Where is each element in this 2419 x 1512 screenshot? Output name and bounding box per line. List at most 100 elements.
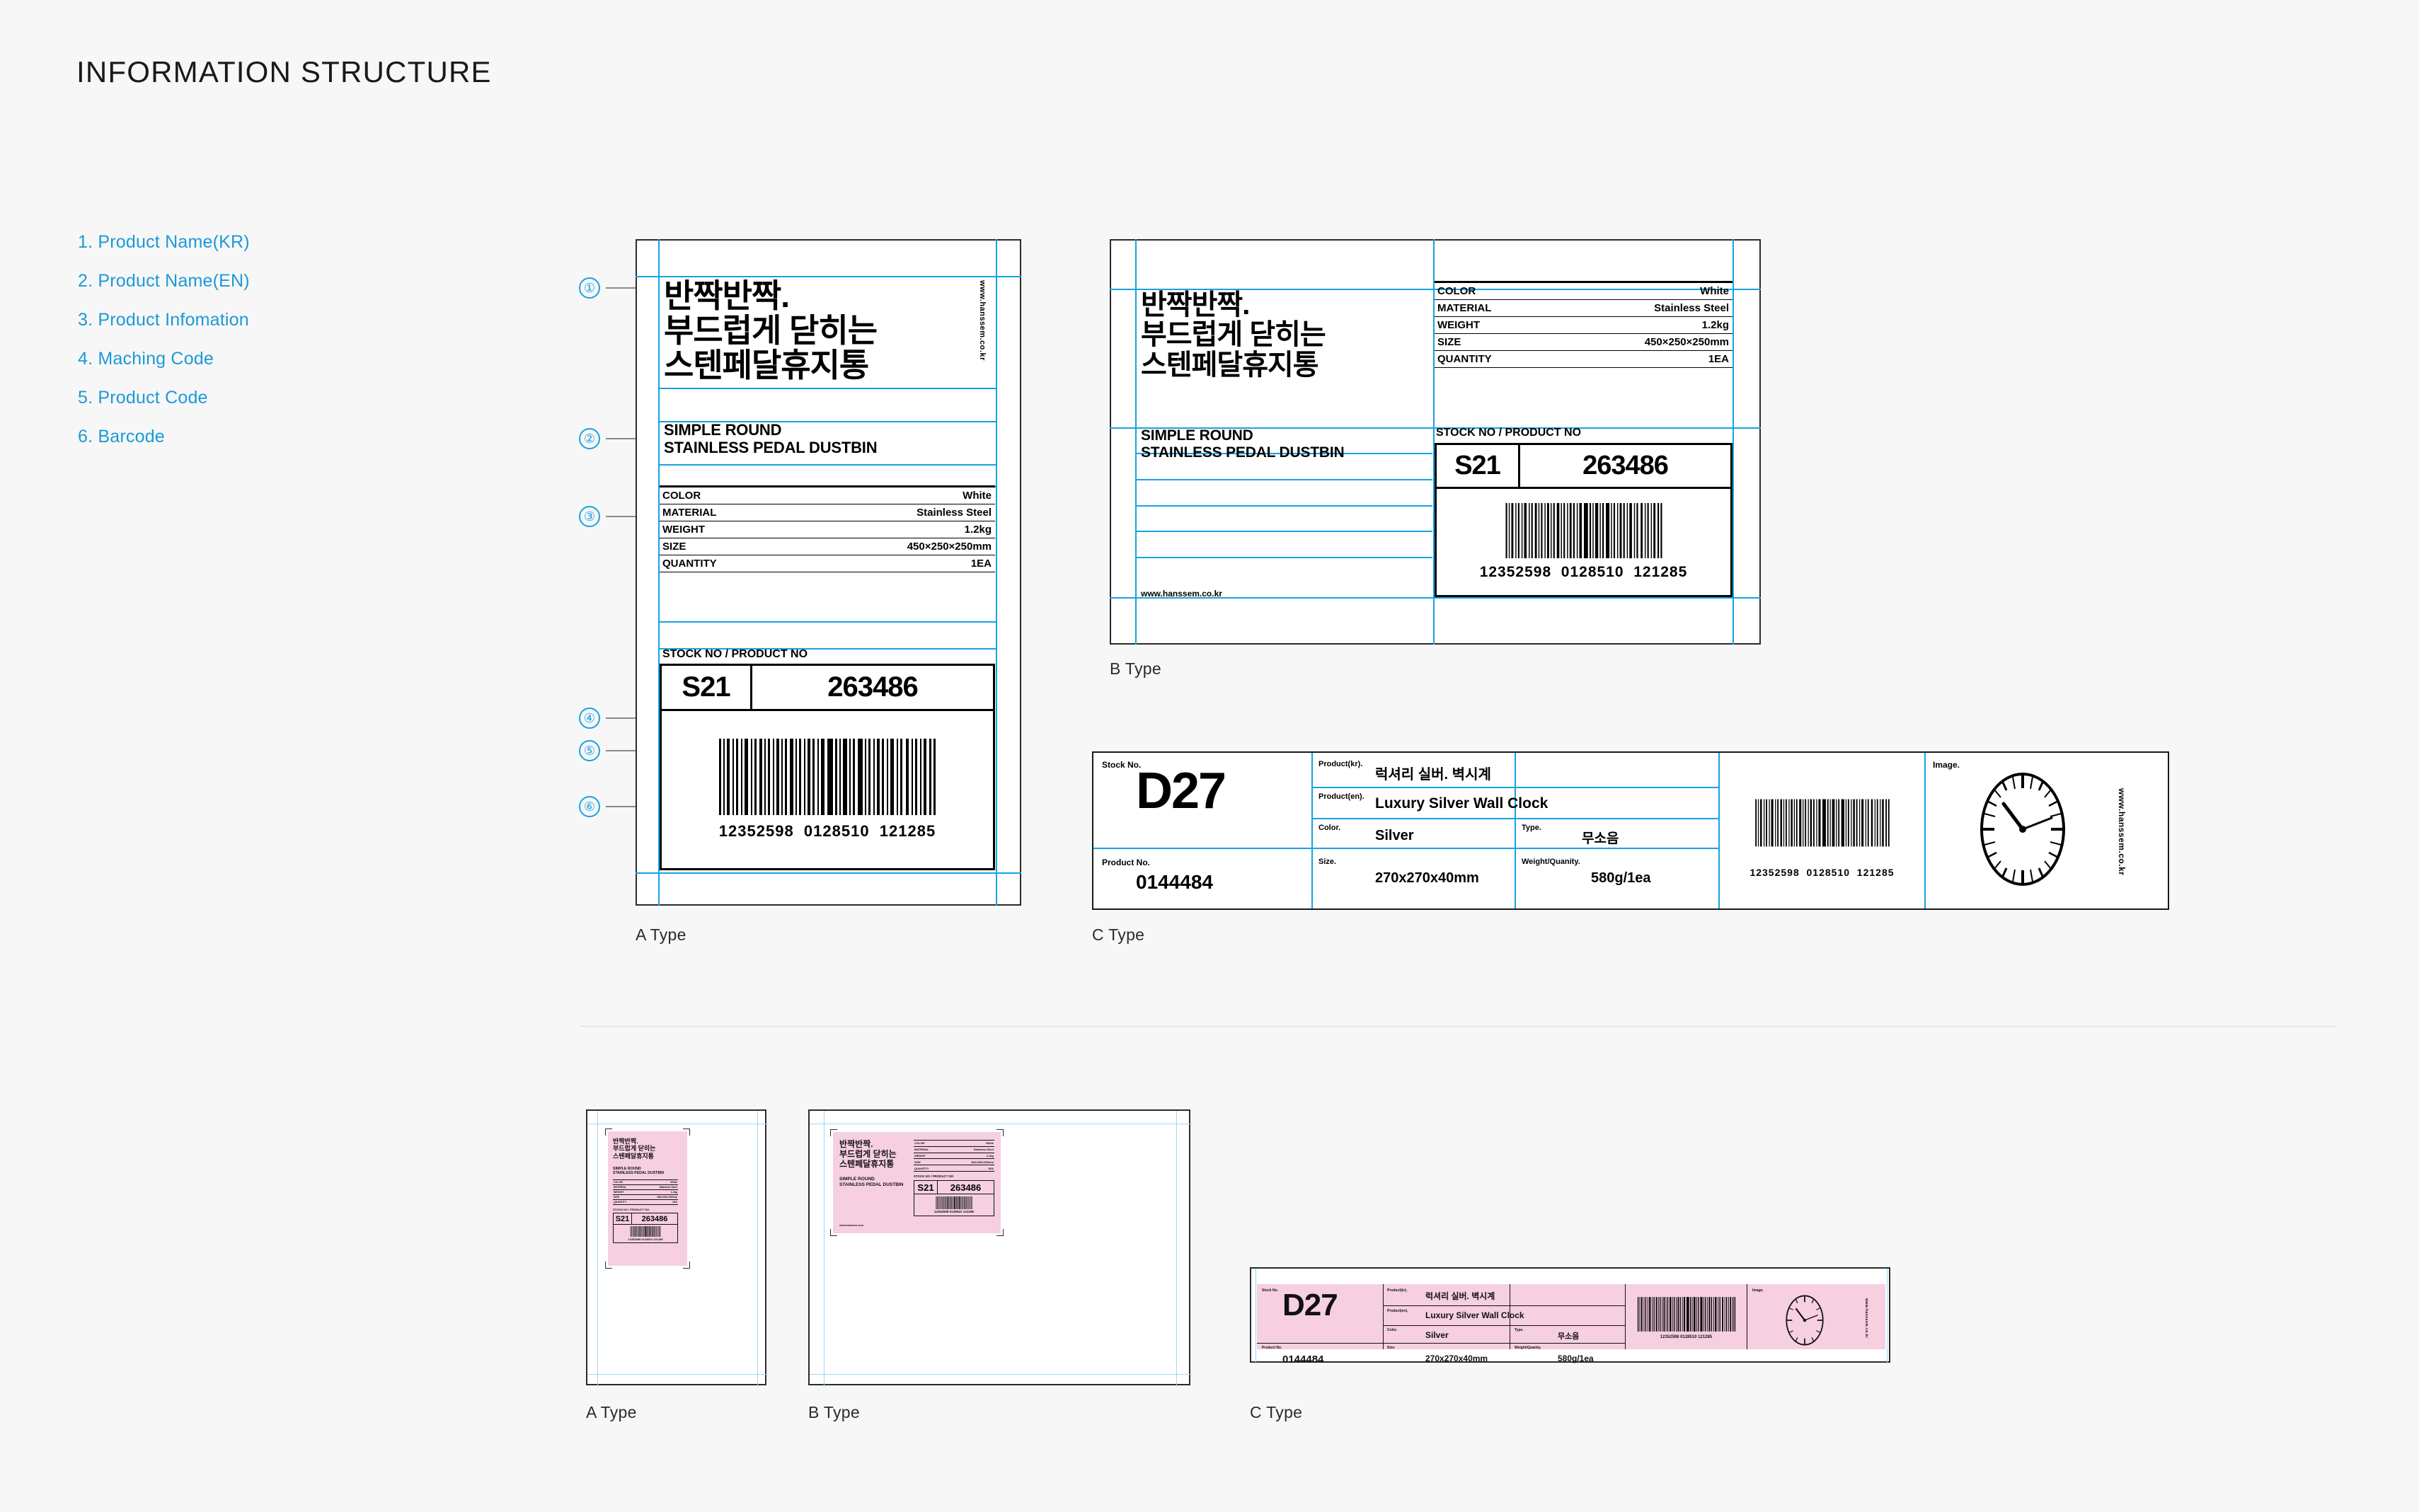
crop-mark-bl (605, 1262, 612, 1269)
label-c-color-value: Silver (1375, 828, 1414, 843)
spec-value: 1.2kg (670, 1191, 677, 1194)
guide-h-r4 (1135, 531, 1432, 532)
label-a-barcode-box: 12352598 0128510 121285 (660, 709, 995, 870)
mockup-c-stock-no-label: Stock No. (1262, 1288, 1279, 1293)
barcode-icon (1754, 799, 1890, 847)
table-row: MATERIAL Stainless Steel (914, 1147, 994, 1153)
table-row: QUANTITY 1EA (1435, 351, 1733, 368)
mockup-c-size-value: 270x270x40mm (1425, 1354, 1488, 1363)
spec-value: Stainless Steel (1654, 302, 1729, 314)
crop-mark-tr (683, 1129, 690, 1136)
label-b-spec-table-wrap: COLOR White MATERIAL Stainless Steel WEI… (1435, 281, 1733, 368)
guide-v-right (1733, 239, 1734, 645)
label-a-product-name-en: SIMPLE ROUND STAINLESS PEDAL DUSTBIN (664, 421, 878, 456)
table-row: QUANTITY 1EA (914, 1165, 994, 1172)
spec-label: SIZE (614, 1196, 619, 1199)
table-row: COLOR White (914, 1141, 994, 1147)
mockup-c-stock-no-value: D27 (1282, 1288, 1338, 1322)
spec-value: 1EA (672, 1201, 677, 1204)
label-b-product-name-kr: 반짝반짝. 부드럽게 닫히는 스텐페달휴지통 (1141, 289, 1326, 381)
spec-value: White (670, 1181, 677, 1184)
table-row: QUANTITY 1EA (660, 555, 995, 572)
label-b-barcode-box: 12352598 0128510 121285 (1435, 487, 1733, 597)
spec-label: MATERIAL (662, 507, 717, 519)
spec-value: 1.2kg (1701, 319, 1729, 331)
label-b-matching-code: S21 (1437, 445, 1520, 487)
label-c-barcode-number: 12352598 0128510 121285 (1749, 867, 1895, 878)
mockup-b-url: www.hanssem.co.kr (839, 1224, 864, 1227)
mockup-b-caption: B Type (808, 1403, 860, 1421)
crop-mark-bl (830, 1229, 837, 1236)
mockup-a-product-code: 263486 (641, 1214, 668, 1223)
spec-value: 450×250×250mm (657, 1196, 677, 1199)
label-b-product-code: 263486 (1582, 451, 1669, 480)
guide-h-kr-bottom (658, 388, 996, 389)
table-row: MATERIAL Stainless Steel (613, 1185, 678, 1190)
spec-value: Stainless Steel (917, 507, 992, 519)
spec-label: SIZE (914, 1160, 921, 1164)
label-c-color-label: Color. (1318, 824, 1341, 832)
mockup-c-weight-value: 580g/1ea (1558, 1354, 1594, 1363)
mockup-c-product-kr-label: Product(kr). (1387, 1288, 1408, 1293)
crop-mark-tr (996, 1129, 1004, 1136)
wall-clock-icon (1786, 1295, 1824, 1346)
spec-value: 450×250×250mm (971, 1160, 994, 1164)
divider-h-2 (1311, 818, 1718, 819)
crop-mark-br (683, 1262, 690, 1269)
divider-v-1 (1311, 753, 1313, 908)
mock-guide-v-right (757, 1111, 758, 1387)
mockup-c-product-en-value: Luxury Silver Wall Clock (1425, 1310, 1524, 1320)
table-row: SIZE 450×250×250mm (660, 538, 995, 555)
spec-value: 1.2kg (986, 1153, 994, 1158)
callout-number-1: ① (579, 277, 600, 299)
mock-guide-h-bottom (810, 1374, 1192, 1375)
label-c-size-label: Size. (1318, 858, 1337, 866)
legend-list: 1. Product Name(KR) 2. Product Name(EN) … (78, 233, 250, 467)
label-a-artboard: www.hanssem.co.kr 반짝반짝. 부드럽게 닫히는 스텐페달휴지통… (636, 239, 1021, 906)
spec-value: White (986, 1141, 994, 1145)
table-row: SIZE 450×250×250mm (613, 1195, 678, 1200)
spec-label: QUANTITY (662, 558, 717, 570)
divider-h-1 (1383, 1305, 1625, 1306)
divider-v-5 (1924, 753, 1926, 908)
label-c-type-value: 무소음 (1582, 831, 1619, 846)
guide-h-bottom (636, 872, 1021, 874)
spec-label: WEIGHT (914, 1153, 926, 1158)
barcode-icon (936, 1196, 972, 1209)
guide-v-left (1135, 239, 1137, 645)
label-a-stock-title: STOCK NO / PRODUCT NO (662, 648, 808, 660)
section-divider (580, 1026, 2335, 1027)
divider-v-1 (1383, 1284, 1384, 1349)
mockup-b-barcode-box: 12352598 0128510 121285 (914, 1194, 994, 1216)
spec-label: MATERIAL (914, 1148, 929, 1152)
crop-mark-tl (830, 1129, 837, 1136)
label-b-spec-table: COLOR White MATERIAL Stainless Steel WEI… (1435, 283, 1733, 368)
spec-value: White (963, 490, 992, 502)
mockup-c-label: Stock No. D27 Product No. 0144484 Produc… (1257, 1284, 1885, 1366)
crop-mark-tl (605, 1129, 612, 1136)
label-b-code-box: S21 263486 (1435, 443, 1733, 487)
page-title: INFORMATION STRUCTURE (76, 55, 492, 88)
label-a-spec-table: COLOR White MATERIAL Stainless Steel WEI… (660, 487, 995, 572)
table-row: QUANTITY 1EA (613, 1200, 678, 1205)
spec-label: QUANTITY (1437, 353, 1492, 365)
callout-number-5: ⑤ (579, 740, 600, 761)
table-row: SIZE 450×250×250mm (914, 1159, 994, 1166)
mockup-c-url-vertical: www.hanssem.co.kr (1864, 1298, 1868, 1339)
label-c-weight-label: Weight/Quanity. (1522, 858, 1580, 866)
label-c-product-en-label: Product(en). (1318, 792, 1364, 801)
mockup-c-image-label: Image. (1752, 1288, 1764, 1293)
legend-item-2: 2. Product Name(EN) (78, 271, 250, 291)
label-b-barcode-number: 12352598 0128510 121285 (1479, 564, 1688, 580)
barcode-icon (719, 739, 936, 815)
spec-label: COLOR (614, 1181, 623, 1184)
label-c-weight-value: 580g/1ea (1591, 870, 1651, 886)
guide-h-r3 (1135, 505, 1432, 507)
table-row: WEIGHT 1.2kg (660, 521, 995, 538)
label-c-product-no-value: 0144484 (1136, 871, 1214, 893)
divider-h-2 (1383, 1325, 1625, 1326)
mockup-c-size-label: Size. (1387, 1346, 1396, 1350)
label-a-code-box: S21 263486 (660, 664, 995, 709)
spec-label: QUANTITY (914, 1166, 929, 1170)
mock-guide-v-left (597, 1111, 598, 1387)
